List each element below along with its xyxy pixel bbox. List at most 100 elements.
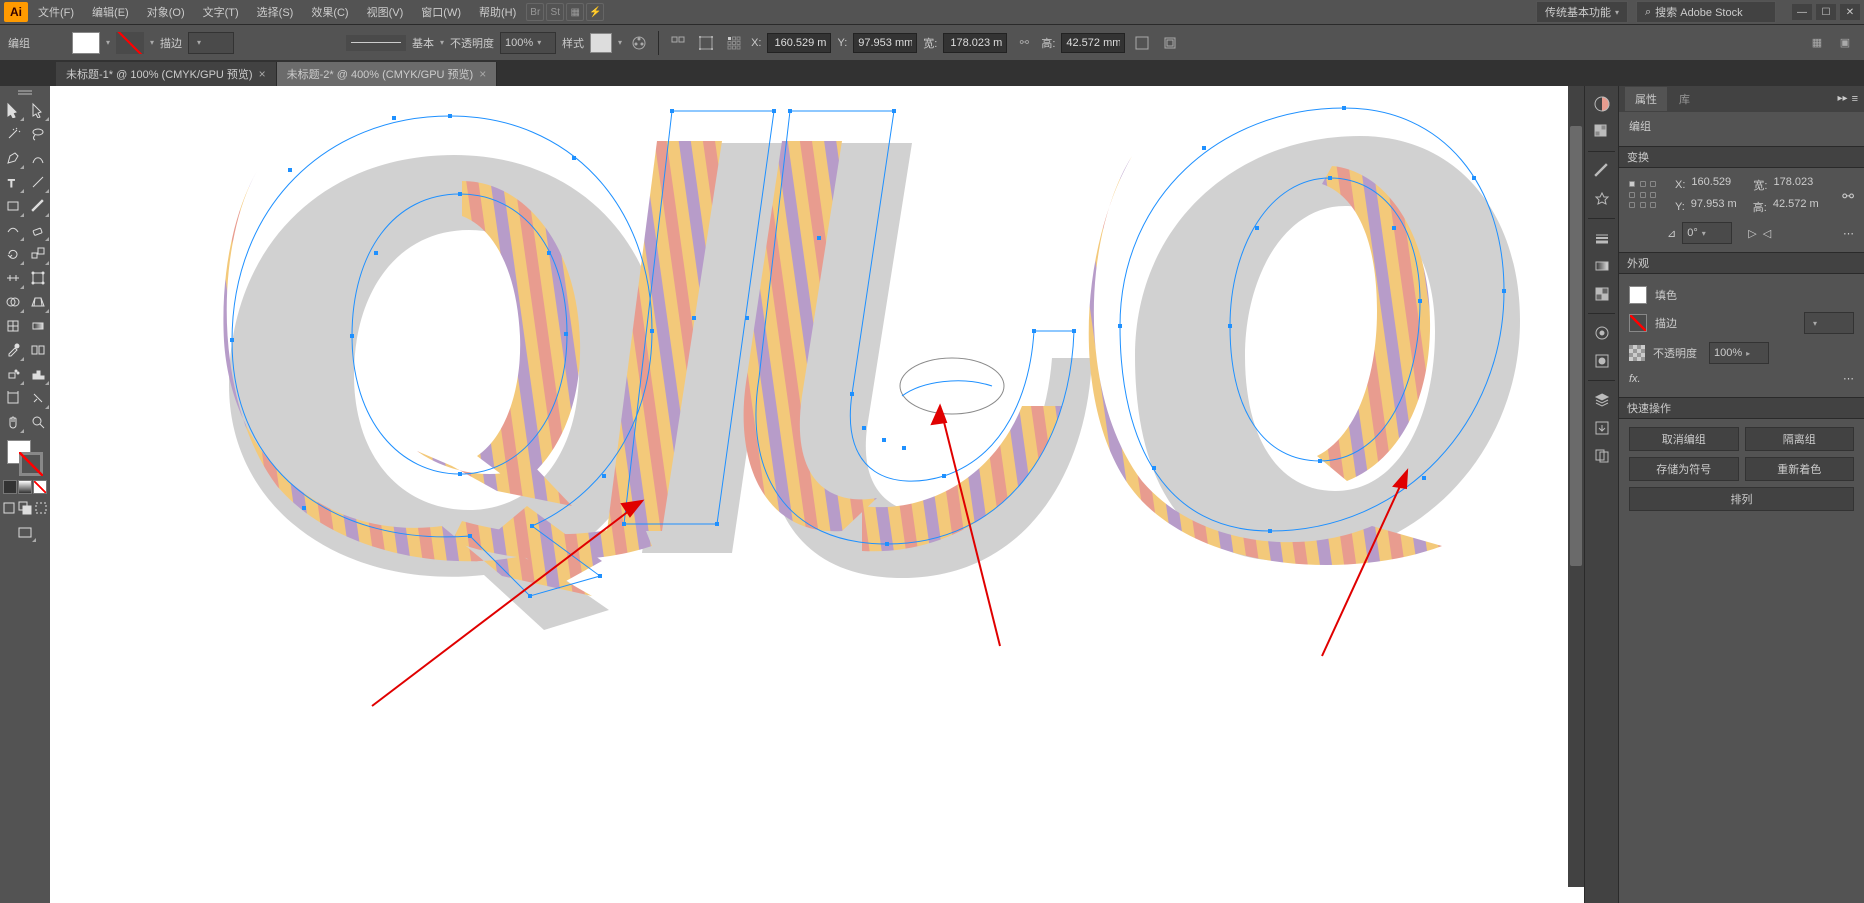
menu-file[interactable]: 文件(F) [30,1,82,23]
properties-tab[interactable]: 属性 [1625,87,1667,111]
opacity-label[interactable]: 不透明度 [450,35,494,51]
align-icon[interactable] [667,32,689,54]
search-stock-input[interactable]: ⌕ 搜索 Adobe Stock [1636,1,1776,23]
minimize-button[interactable]: — [1792,4,1812,20]
stroke-panel-icon[interactable] [1590,226,1614,250]
menu-help[interactable]: 帮助(H) [471,1,524,23]
artboard-tool[interactable] [0,386,25,410]
mesh-tool[interactable] [0,314,25,338]
save-as-symbol-button[interactable]: 存储为符号 [1629,457,1739,481]
y-value[interactable]: 97.953 m [1691,198,1747,216]
graphic-styles-panel-icon[interactable] [1590,349,1614,373]
eyedropper-tool[interactable] [0,338,25,362]
style-label[interactable]: 样式 [562,35,584,51]
w-value[interactable]: 178.023 [1773,176,1829,194]
ungroup-button[interactable]: 取消编组 [1629,427,1739,451]
draw-inside[interactable] [33,500,49,516]
chevron-down-icon[interactable]: ▾ [106,38,110,47]
blend-tool[interactable] [25,338,50,362]
shaper-tool[interactable] [0,218,25,242]
color-mode-none[interactable] [33,480,47,494]
fill-stroke-control[interactable] [7,440,43,476]
chevron-down-icon[interactable]: ▾ [618,38,622,47]
scale-tool[interactable] [25,242,50,266]
stock-icon[interactable]: St [546,3,564,21]
h-value[interactable]: 42.572 m [1773,198,1829,216]
workspace-switcher[interactable]: 传统基本功能 ▾ [1536,1,1628,23]
bridge-icon[interactable]: Br [526,3,544,21]
fill-swatch[interactable] [72,32,100,54]
asset-export-panel-icon[interactable] [1590,416,1614,440]
arrange-button[interactable]: 排列 [1629,487,1854,511]
appearance-panel-icon[interactable] [1590,321,1614,345]
artboards-panel-icon[interactable] [1590,444,1614,468]
isolate-icon[interactable] [1159,32,1181,54]
gradient-tool[interactable] [25,314,50,338]
x-input[interactable] [767,33,831,53]
style-swatch[interactable] [590,33,612,53]
layers-panel-icon[interactable] [1590,388,1614,412]
free-transform-tool[interactable] [25,266,50,290]
chevron-down-icon[interactable]: ▾ [150,38,154,47]
screen-mode[interactable] [13,523,37,543]
toolbox-toggle[interactable] [0,90,50,98]
scrollbar-vertical[interactable] [1568,86,1584,887]
doc-tab-1[interactable]: 未标题-1* @ 100% (CMYK/GPU 预览) × [56,62,277,86]
menu-effect[interactable]: 效果(C) [303,1,356,23]
more-options-icon[interactable]: ⋯ [1843,227,1854,240]
type-tool[interactable]: T [0,170,25,194]
menu-window[interactable]: 窗口(W) [413,1,469,23]
x-value[interactable]: 160.529 [1691,176,1747,194]
isolate-group-button[interactable]: 隔离组 [1745,427,1855,451]
menu-object[interactable]: 对象(O) [139,1,193,23]
stroke-label[interactable]: 描边 [160,35,182,51]
panel-menu-icon[interactable]: ≡ [1852,93,1858,105]
paintbrush-tool[interactable] [25,194,50,218]
more-options-icon[interactable]: ⋯ [1843,372,1854,385]
ref-point-icon[interactable] [723,32,745,54]
prefs-icon[interactable]: ▣ [1834,32,1856,54]
doc-tab-2[interactable]: 未标题-2* @ 400% (CMYK/GPU 预览) × [277,62,498,86]
reference-point-grid[interactable] [1629,181,1659,211]
brush-preview[interactable] [346,35,406,51]
slice-tool[interactable] [25,386,50,410]
symbol-sprayer-tool[interactable] [0,362,25,386]
libraries-tab[interactable]: 库 [1669,87,1700,111]
fill-swatch[interactable] [1629,286,1647,304]
magic-wand-tool[interactable] [0,122,25,146]
transform-icon[interactable] [695,32,717,54]
h-input[interactable] [1061,33,1125,53]
recolor-button[interactable]: 重新着色 [1745,457,1855,481]
lasso-tool[interactable] [25,122,50,146]
fx-label[interactable]: fx. [1629,373,1641,385]
line-tool[interactable] [25,170,50,194]
opacity-input[interactable]: 100%▾ [500,32,556,54]
link-wh-icon[interactable]: ⚯ [1842,188,1854,205]
eraser-tool[interactable] [25,218,50,242]
chevron-down-icon[interactable]: ▾ [440,38,444,47]
canvas-viewport[interactable] [50,86,1584,903]
w-input[interactable] [943,33,1007,53]
gpu-icon[interactable]: ⚡ [586,3,604,21]
swatches-panel-icon[interactable] [1590,120,1614,144]
panel-collapse-icon[interactable]: ▸▸ [1838,93,1848,105]
selection-tool[interactable] [0,98,25,122]
stroke-weight-input[interactable]: ▾ [188,32,234,54]
color-panel-icon[interactable] [1590,92,1614,116]
rectangle-tool[interactable] [0,194,25,218]
symbols-panel-icon[interactable] [1590,187,1614,211]
zoom-tool[interactable] [25,410,50,434]
recolor-icon[interactable] [628,32,650,54]
shape-builder-tool[interactable] [0,290,25,314]
pen-tool[interactable] [0,146,25,170]
menu-select[interactable]: 选择(S) [249,1,302,23]
hand-tool[interactable] [0,410,25,434]
direct-selection-tool[interactable] [25,98,50,122]
column-graph-tool[interactable] [25,362,50,386]
flip-v-icon[interactable]: ◁ [1763,227,1771,240]
menu-view[interactable]: 视图(V) [359,1,412,23]
close-icon[interactable]: × [259,67,266,81]
shape-options-icon[interactable] [1131,32,1153,54]
opacity-input[interactable]: 100%▸ [1709,342,1769,364]
stroke-swatch[interactable] [1629,314,1647,332]
